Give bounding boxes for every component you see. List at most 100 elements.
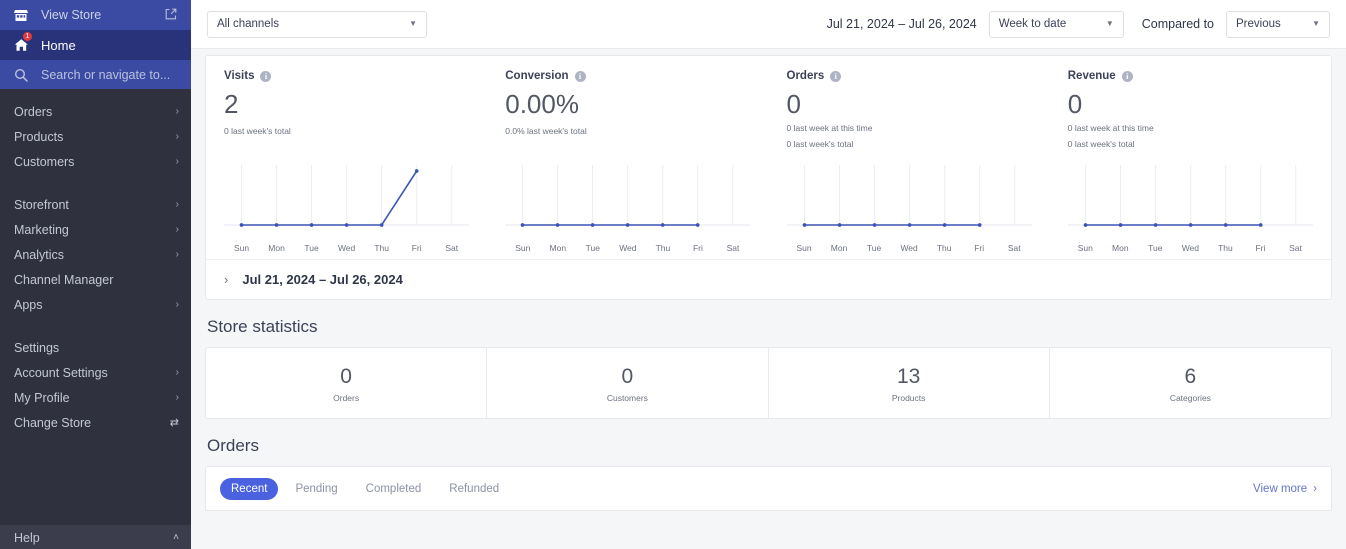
stat-label: Orders [333,393,359,403]
view-more-link[interactable]: View more › [1253,483,1317,495]
x-tick: Fri [1243,243,1278,253]
x-tick: Sat [997,243,1032,253]
metric-subtext: 0.0% last week's total [505,125,750,138]
chart-orders-xticks: Sun Mon Tue Wed Thu Fri Sat [787,243,1032,253]
metric-value: 0.00% [505,89,750,119]
stat-label: Customers [607,393,648,403]
chart-revenue-svg [1068,151,1313,241]
chart-visits-xticks: Sun Mon Tue Wed Thu Fri Sat [224,243,469,253]
chart-visits: Sun Mon Tue Wed Thu Fri Sat [206,151,487,253]
x-tick: Sat [434,243,469,253]
sidebar-item-analytics[interactable]: Analytics › [0,242,191,267]
stat-value: 13 [897,364,920,389]
tab-recent[interactable]: Recent [220,478,278,500]
stat-label: Categories [1170,393,1211,403]
chevron-right-icon: › [176,156,179,167]
compare-select-value: Previous [1236,18,1281,30]
sidebar-item-view-store[interactable]: View Store [0,0,191,30]
tab-pending[interactable]: Pending [284,478,348,500]
sidebar-item-account-settings[interactable]: Account Settings › [0,360,191,385]
sidebar-item-storefront[interactable]: Storefront › [0,192,191,217]
x-tick: Tue [857,243,892,253]
metrics-row: Visits i 2 0 last week's total Conversio… [206,56,1331,151]
channel-select-value: All channels [217,18,279,30]
date-range-expander-label: Jul 21, 2024 – Jul 26, 2024 [242,272,402,287]
home-badge: 1 [23,32,32,41]
chevron-right-icon: › [176,392,179,403]
chevron-right-icon: › [176,249,179,260]
x-tick: Fri [962,243,997,253]
chevron-right-icon: › [176,106,179,117]
info-icon[interactable]: i [830,71,841,82]
metric-value: 0 [787,89,1032,119]
x-tick: Wed [610,243,645,253]
x-tick: Thu [1208,243,1243,253]
x-tick: Fri [399,243,434,253]
metric-header: Revenue i [1068,70,1313,82]
metric-title: Orders [787,70,825,82]
period-select-value: Week to date [999,18,1067,30]
x-tick: Tue [575,243,610,253]
x-tick: Thu [927,243,962,253]
sidebar-item-my-profile[interactable]: My Profile › [0,385,191,410]
sidebar-item-apps[interactable]: Apps › [0,292,191,317]
sidebar-item-change-store[interactable]: Change Store ⇄ [0,410,191,435]
x-tick: Mon [1103,243,1138,253]
date-range-expander[interactable]: › Jul 21, 2024 – Jul 26, 2024 [206,259,1331,299]
sidebar-item-settings[interactable]: Settings [0,335,191,360]
channel-select[interactable]: All channels ▼ [207,11,427,38]
x-tick: Mon [540,243,575,253]
store-statistics-title: Store statistics [191,300,1346,347]
x-tick: Thu [645,243,680,253]
sidebar-item-customers[interactable]: Customers › [0,149,191,174]
sidebar-item-help[interactable]: Help ˄ [0,525,191,549]
tab-label: Refunded [449,483,499,495]
stat-products: 13 Products [769,348,1050,418]
sidebar-item-products[interactable]: Products › [0,124,191,149]
sidebar-item-channel-manager[interactable]: Channel Manager [0,267,191,292]
chevron-down-icon: ▼ [1092,20,1114,28]
sidebar-search[interactable]: Search or navigate to... [0,60,191,89]
x-tick: Mon [259,243,294,253]
sidebar-item-label: Orders [14,105,52,119]
chevron-down-icon: ▼ [395,20,417,28]
chevron-right-icon: › [176,224,179,235]
sidebar-item-label: Channel Manager [14,273,113,287]
info-icon[interactable]: i [1122,71,1133,82]
x-tick: Wed [892,243,927,253]
x-tick: Wed [329,243,364,253]
info-icon[interactable]: i [575,71,586,82]
sidebar-item-orders[interactable]: Orders › [0,99,191,124]
sidebar-item-label: Analytics [14,248,64,262]
metrics-panel: Visits i 2 0 last week's total Conversio… [205,55,1332,300]
tab-completed[interactable]: Completed [355,478,433,500]
x-tick: Tue [1138,243,1173,253]
sparkline-row: Sun Mon Tue Wed Thu Fri Sat Sun Mon Tue [206,151,1331,259]
external-link-icon[interactable] [165,8,177,23]
metric-title: Visits [224,70,254,82]
sidebar-item-label: Account Settings [14,366,108,380]
stat-value: 0 [340,364,352,389]
sidebar-spacer [0,435,191,525]
compare-select[interactable]: Previous ▼ [1226,11,1330,38]
tab-label: Pending [295,483,337,495]
date-range-text: Jul 21, 2024 – Jul 26, 2024 [827,17,977,31]
metric-title: Conversion [505,70,568,82]
chart-visits-svg [224,151,469,241]
period-select[interactable]: Week to date ▼ [989,11,1124,38]
sidebar-item-label: Settings [14,341,59,355]
sidebar-group-divider [0,317,191,335]
sidebar-nav: Orders › Products › Customers › Storefro… [0,89,191,435]
tab-refunded[interactable]: Refunded [438,478,510,500]
sidebar-item-marketing[interactable]: Marketing › [0,217,191,242]
info-icon[interactable]: i [260,71,271,82]
chevron-right-icon: › [176,299,179,310]
store-icon [14,7,33,23]
sidebar-item-label: View Store [41,8,101,22]
toolbar-right-group: Jul 21, 2024 – Jul 26, 2024 Week to date… [827,11,1330,38]
sidebar-item-home[interactable]: 1 Home [0,30,191,60]
sidebar-top-group: View Store 1 Home [0,0,191,89]
metric-subtext-secondary: 0 last week's total [787,138,1032,151]
chevron-down-icon: ▼ [1298,20,1320,28]
stat-value: 6 [1185,364,1197,389]
